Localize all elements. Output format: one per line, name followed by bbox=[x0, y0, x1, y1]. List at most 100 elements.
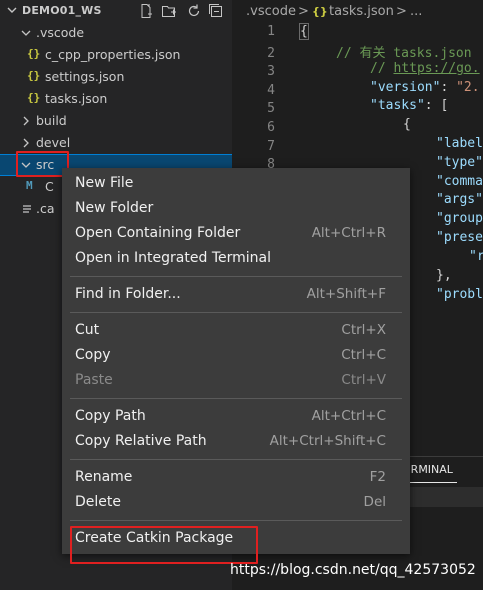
tree-item-label: devel bbox=[36, 135, 71, 150]
code-line: { bbox=[299, 23, 309, 40]
menu-separator bbox=[70, 459, 402, 460]
menu-item-label: Rename bbox=[75, 469, 133, 485]
menu-item-open-containing-folder[interactable]: Open Containing Folder Alt+Ctrl+R bbox=[62, 222, 410, 247]
menu-item-label: Cut bbox=[75, 322, 100, 338]
json-key: "type" bbox=[436, 155, 483, 170]
menu-separator bbox=[70, 312, 402, 313]
json-key: "version" bbox=[370, 80, 441, 95]
menu-item-shortcut: F2 bbox=[369, 469, 386, 485]
menu-item-shortcut: Ctrl+C bbox=[341, 347, 386, 363]
breadcrumb-file[interactable]: tasks.json bbox=[329, 4, 394, 19]
terminal-dropdown[interactable] bbox=[407, 487, 483, 507]
tree-item-label: c_cpp_properties.json bbox=[45, 47, 181, 62]
code-comment: // 有关 tasks.json bbox=[336, 46, 472, 61]
menu-item-delete[interactable]: Delete Del bbox=[62, 491, 410, 516]
menu-item-shortcut: Alt+Ctrl+C bbox=[311, 408, 386, 424]
tree-item-label: .vscode bbox=[36, 25, 85, 40]
json-key: "r bbox=[469, 249, 483, 264]
json-key: "args" bbox=[436, 192, 483, 207]
chevron-down-icon bbox=[21, 30, 31, 36]
menu-item-paste: Paste Ctrl+V bbox=[62, 369, 410, 394]
breadcrumb: .vscode > {} tasks.json > ... bbox=[232, 0, 483, 22]
line-number: 4 bbox=[267, 83, 275, 98]
watermark-text: https://blog.csdn.net/qq_42573052 bbox=[230, 562, 476, 578]
menu-item-rename[interactable]: Rename F2 bbox=[62, 466, 410, 491]
menu-item-shortcut: Ctrl+X bbox=[341, 322, 386, 338]
code-line: }, bbox=[436, 268, 452, 283]
tree-folder-build[interactable]: build bbox=[0, 110, 232, 132]
new-file-icon[interactable] bbox=[138, 3, 154, 19]
code-line: { bbox=[403, 117, 411, 132]
menu-item-shortcut: Alt+Ctrl+Shift+C bbox=[269, 433, 386, 449]
menu-item-label: New Folder bbox=[75, 200, 154, 216]
tree-file-c-cpp-properties[interactable]: {} c_cpp_properties.json bbox=[0, 44, 232, 66]
menu-item-label: Copy bbox=[75, 347, 111, 363]
workspace-title: DEMO01_WS bbox=[22, 4, 102, 17]
menu-item-label: Delete bbox=[75, 494, 121, 510]
tree-item-label: .ca bbox=[36, 201, 55, 216]
json-colon: : bbox=[440, 80, 457, 95]
menu-item-find-in-folder[interactable]: Find in Folder... Alt+Shift+F bbox=[62, 283, 410, 308]
json-punc: : [ bbox=[424, 98, 449, 113]
line-number: 3 bbox=[267, 64, 275, 79]
menu-item-shortcut: Alt+Ctrl+R bbox=[311, 225, 386, 241]
line-number: 2 bbox=[267, 46, 275, 61]
tree-item-label: settings.json bbox=[45, 69, 125, 84]
json-value: "2. bbox=[456, 80, 480, 95]
menu-separator bbox=[70, 276, 402, 277]
json-key: "group bbox=[436, 211, 483, 226]
new-folder-icon[interactable] bbox=[161, 3, 177, 19]
breadcrumb-more[interactable]: ... bbox=[410, 4, 422, 19]
breadcrumb-separator: > bbox=[396, 4, 407, 19]
menu-item-shortcut: Del bbox=[363, 494, 386, 510]
menu-item-new-folder[interactable]: New Folder bbox=[62, 197, 410, 222]
menu-item-label: Copy Path bbox=[75, 408, 146, 424]
breadcrumb-separator: > bbox=[298, 4, 309, 19]
json-key: "prese bbox=[436, 230, 483, 245]
menu-item-new-file[interactable]: New File bbox=[62, 172, 410, 197]
context-menu: New File New Folder Open Containing Fold… bbox=[62, 168, 410, 554]
tree-item-label: build bbox=[36, 113, 67, 128]
code-comment: // bbox=[370, 61, 394, 76]
menu-item-label: New File bbox=[75, 175, 134, 191]
menu-item-cut[interactable]: Cut Ctrl+X bbox=[62, 319, 410, 344]
tree-file-tasks[interactable]: {} tasks.json bbox=[0, 88, 232, 110]
line-number: 5 bbox=[267, 101, 275, 116]
json-key: "comma bbox=[436, 174, 483, 189]
breadcrumb-folder[interactable]: .vscode bbox=[246, 4, 296, 19]
tree-item-label: C bbox=[45, 179, 54, 194]
json-file-icon: {} bbox=[27, 47, 41, 60]
line-number: 1 bbox=[267, 24, 275, 39]
menu-item-label: Open in Integrated Terminal bbox=[75, 250, 271, 266]
json-key: "label bbox=[436, 136, 483, 151]
code-line: "tasks": [ bbox=[370, 98, 448, 113]
chevron-right-icon bbox=[23, 138, 29, 148]
menu-item-label: Open Containing Folder bbox=[75, 225, 241, 241]
menu-separator bbox=[70, 520, 402, 521]
menu-separator bbox=[70, 398, 402, 399]
file-lines-icon bbox=[23, 205, 31, 213]
tree-file-settings[interactable]: {} settings.json bbox=[0, 66, 232, 88]
chevron-down-icon[interactable] bbox=[6, 3, 18, 17]
menu-item-copy[interactable]: Copy Ctrl+C bbox=[62, 344, 410, 369]
chevron-right-icon bbox=[23, 116, 29, 126]
refresh-icon[interactable] bbox=[186, 3, 202, 19]
line-number: 7 bbox=[267, 139, 275, 154]
json-file-icon: {} bbox=[27, 69, 41, 82]
code-line: // https://go. bbox=[370, 61, 483, 76]
collapse-all-icon[interactable] bbox=[208, 3, 224, 19]
json-key: "tasks" bbox=[370, 98, 425, 113]
code-line: "version": "2. bbox=[370, 80, 483, 95]
menu-item-copy-relative-path[interactable]: Copy Relative Path Alt+Ctrl+Shift+C bbox=[62, 430, 410, 455]
menu-item-label: Paste bbox=[75, 372, 113, 388]
code-link[interactable]: https://go. bbox=[393, 61, 479, 76]
menu-item-copy-path[interactable]: Copy Path Alt+Ctrl+C bbox=[62, 405, 410, 430]
line-number: 6 bbox=[267, 120, 275, 135]
cmake-file-icon: M bbox=[26, 179, 33, 192]
menu-item-open-in-terminal[interactable]: Open in Integrated Terminal bbox=[62, 247, 410, 272]
tree-folder-vscode[interactable]: .vscode bbox=[0, 22, 232, 44]
json-key: "probl bbox=[436, 287, 483, 302]
menu-item-label: Find in Folder... bbox=[75, 286, 181, 302]
explorer-header[interactable]: DEMO01_WS bbox=[0, 0, 232, 22]
json-file-icon: {} bbox=[312, 5, 328, 18]
